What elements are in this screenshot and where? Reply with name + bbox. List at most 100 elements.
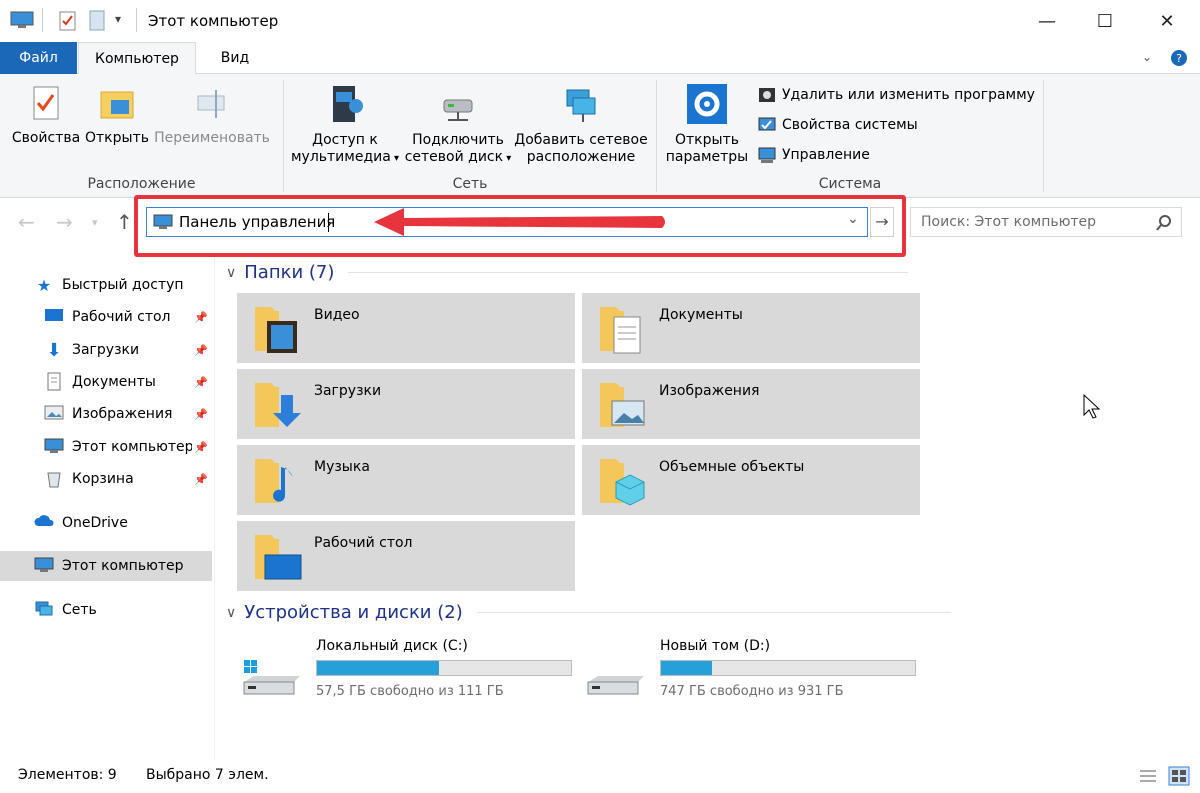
hard-drive-icon [587, 676, 644, 695]
pin-icon[interactable]: 📌 [194, 311, 208, 324]
settings-gear-icon [687, 84, 727, 124]
section-rule [348, 272, 909, 273]
folder-tile-desktop[interactable]: Рабочий стол [237, 521, 575, 591]
sidebar-label: OneDrive [62, 515, 128, 531]
uninstall-program-button[interactable]: Удалить или изменить программу [758, 86, 1035, 104]
search-icon[interactable] [1155, 214, 1173, 232]
map-dropdown-icon: ▾ [503, 153, 512, 164]
drive-usage-fill [317, 661, 439, 675]
sidebar-item-documents[interactable]: Документы 📌 [0, 367, 214, 397]
downloads-folder-icon [255, 383, 301, 427]
new-folder-quick-icon[interactable] [88, 10, 106, 32]
ribbon-collapse-icon[interactable]: ⌄ [1142, 50, 1152, 64]
sidebar-label: Этот компьютер [72, 439, 192, 455]
drives-section-header[interactable]: ∨ Устройства и диски (2) [226, 602, 951, 623]
sidebar-item-onedrive[interactable]: OneDrive [0, 508, 214, 538]
properties-quick-icon[interactable] [58, 10, 78, 32]
selection-count: Выбрано 7 элем. [146, 767, 269, 783]
maximize-button[interactable]: ☐ [1076, 0, 1134, 42]
media-label-1: Доступ к [312, 132, 378, 148]
tab-computer[interactable]: Компьютер [78, 42, 196, 75]
system-properties-label: Свойства системы [782, 117, 918, 133]
open-settings-button[interactable]: Открыть параметры [662, 82, 752, 166]
sidebar-item-quick-access[interactable]: ★ Быстрый доступ [0, 270, 214, 300]
documents-folder-icon [600, 307, 641, 354]
tab-view[interactable]: Вид [205, 42, 265, 74]
folder-tile-documents[interactable]: Документы [582, 293, 920, 363]
folder-tile-music[interactable]: Музыка [237, 445, 575, 515]
open-folder-icon [100, 91, 134, 119]
manage-label: Управление [782, 147, 870, 163]
location-group-label: Расположение [87, 176, 196, 192]
media-icon [333, 86, 363, 122]
open-button[interactable]: Открыть [84, 84, 150, 147]
map-drive-button[interactable]: Подключить сетевой диск ▾ [404, 82, 512, 167]
tab-file[interactable]: Файл [0, 42, 77, 74]
pin-icon[interactable]: 📌 [194, 408, 208, 421]
manage-button[interactable]: Управление [758, 146, 870, 164]
large-icons-view-icon[interactable] [1168, 766, 1190, 786]
pin-icon[interactable]: 📌 [194, 376, 208, 389]
pin-icon[interactable]: 📌 [194, 473, 208, 486]
pane-divider[interactable] [214, 258, 215, 758]
folder-name: Рабочий стол [314, 535, 413, 551]
computer-icon [10, 11, 34, 28]
up-arrow-icon[interactable]: ↑ [116, 210, 133, 234]
folder-tile-downloads[interactable]: Загрузки [237, 369, 575, 439]
sidebar-item-this-pc[interactable]: Этот компьютер [0, 551, 212, 581]
sidebar-label: Этот компьютер [62, 558, 184, 574]
sidebar-item-desktop[interactable]: Рабочий стол 📌 [0, 302, 214, 332]
drive-usage-bar [660, 660, 916, 676]
video-folder-icon [255, 307, 297, 353]
drive-usage-fill [661, 661, 712, 675]
pictures-icon [44, 405, 64, 420]
status-bar: Элементов: 9 Выбрано 7 элем. [0, 758, 1200, 793]
system-group-label: Система [818, 176, 882, 192]
ribbon-tabs: Файл Компьютер Вид ⌄ ? [0, 42, 1200, 75]
drive-tile-c[interactable]: Локальный диск (C:) 57,5 ГБ свободно из … [240, 638, 580, 708]
minimize-button[interactable]: — [1018, 0, 1076, 42]
media-access-button[interactable]: Доступ к мультимедиа ▾ [288, 82, 402, 167]
sidebar-label: Изображения [72, 406, 173, 422]
properties-button[interactable]: Свойства [8, 84, 84, 147]
drive-tile-d[interactable]: Новый том (D:) 747 ГБ свободно из 931 ГБ [584, 638, 924, 708]
search-box[interactable]: Поиск: Этот компьютер [910, 207, 1182, 237]
network-icon [35, 601, 53, 616]
sidebar-item-recycle-bin[interactable]: Корзина 📌 [0, 464, 214, 494]
quick-access-dropdown-icon[interactable]: ▾ [115, 12, 121, 26]
explorer-window: ▾ Этот компьютер — ☐ ✕ Файл Компьютер Ви… [0, 0, 1200, 793]
forward-arrow-icon[interactable]: → [56, 210, 73, 234]
rename-button[interactable]: Переименовать [152, 84, 272, 147]
uninstall-icon [759, 88, 775, 102]
folders-section-header[interactable]: ∨ Папки (7) [226, 262, 909, 283]
details-view-icon[interactable] [1138, 768, 1158, 784]
drives-header-label: Устройства и диски (2) [244, 602, 463, 623]
pin-icon[interactable]: 📌 [194, 441, 208, 454]
back-arrow-icon[interactable]: ← [18, 210, 35, 234]
ribbon-separator [1043, 80, 1044, 192]
sidebar-label: Быстрый доступ [62, 277, 184, 293]
sidebar-label: Корзина [72, 471, 134, 487]
sidebar-item-pictures[interactable]: Изображения 📌 [0, 399, 214, 429]
folder-tile-pictures[interactable]: Изображения [582, 369, 920, 439]
star-icon: ★ [36, 275, 52, 295]
folder-tile-3d-objects[interactable]: Объемные объекты [582, 445, 920, 515]
item-count: Элементов: 9 [18, 767, 117, 783]
pin-icon[interactable]: 📌 [194, 344, 208, 357]
svg-text:?: ? [1176, 52, 1182, 65]
map-label-2: сетевой диск [404, 149, 504, 165]
system-properties-button[interactable]: Свойства системы [758, 116, 918, 134]
sidebar-item-network[interactable]: Сеть [0, 595, 214, 625]
search-placeholder: Поиск: Этот компьютер [921, 214, 1097, 230]
sidebar-item-downloads[interactable]: ⬇ Загрузки 📌 [0, 335, 214, 365]
mouse-cursor-icon [1083, 393, 1101, 419]
help-icon[interactable]: ? [1170, 49, 1188, 67]
desktop-icon [45, 309, 63, 321]
folder-tile-video[interactable]: Видео [237, 293, 575, 363]
rename-label: Переименовать [154, 130, 270, 146]
close-button[interactable]: ✕ [1138, 0, 1196, 42]
collapse-chevron-icon: ∨ [226, 604, 237, 621]
add-network-location-button[interactable]: Добавить сетевое расположение [514, 82, 648, 166]
sidebar-item-this-pc-pinned[interactable]: Этот компьютер 📌 [0, 432, 214, 462]
recent-locations-chevron-icon[interactable]: ▾ [92, 216, 98, 229]
